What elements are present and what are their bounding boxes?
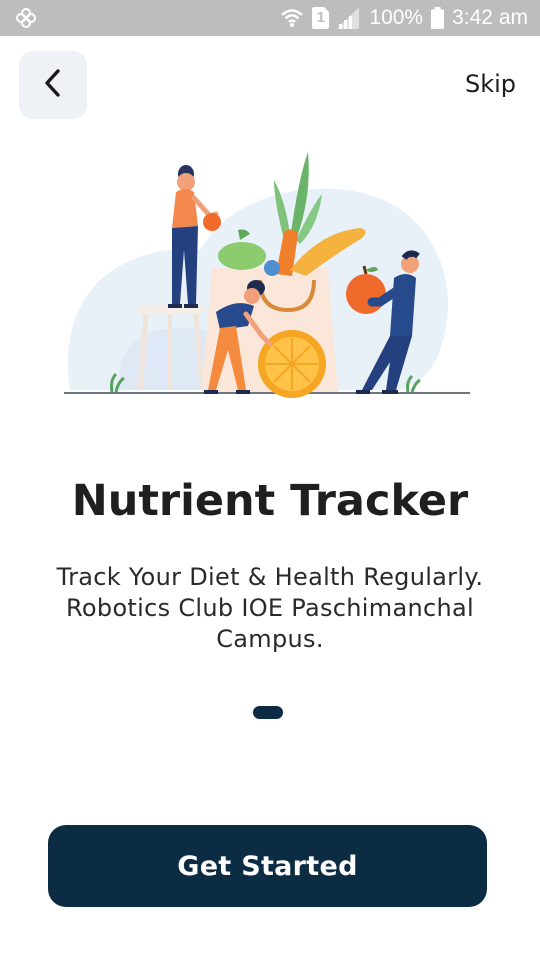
wifi-icon: [280, 7, 304, 29]
subtitle-line: Campus.: [216, 625, 324, 653]
chevron-left-icon: [42, 68, 64, 102]
battery-percent: 100%: [369, 6, 424, 29]
skip-button[interactable]: Skip: [465, 70, 516, 98]
subtitle: Track Your Diet & Health Regularly. Robo…: [30, 562, 510, 655]
people-with-groceries-illustration: [60, 140, 480, 410]
clock: 3:42 am: [452, 6, 528, 29]
signal-icon: [337, 7, 360, 29]
subtitle-line: Robotics Club IOE Paschimanchal: [66, 594, 474, 622]
sim-slot-number: 1: [316, 9, 326, 26]
onboarding-screen: 1 100% 3:42 am Skip Nutrient Tracker Tra…: [0, 0, 540, 960]
battery-icon: [431, 7, 445, 29]
page-title: Nutrient Tracker: [71, 476, 469, 526]
pinwheel-icon: [14, 6, 38, 30]
page-indicator-dot-active[interactable]: [253, 706, 283, 719]
subtitle-line: Track Your Diet & Health Regularly.: [56, 563, 484, 591]
status-icons: 1 100% 3:42 am: [280, 0, 528, 36]
get-started-button[interactable]: Get Started: [48, 825, 487, 907]
status-bar: 1 100% 3:42 am: [0, 0, 540, 36]
back-button[interactable]: [19, 51, 87, 119]
sim-icon: 1: [312, 7, 330, 29]
